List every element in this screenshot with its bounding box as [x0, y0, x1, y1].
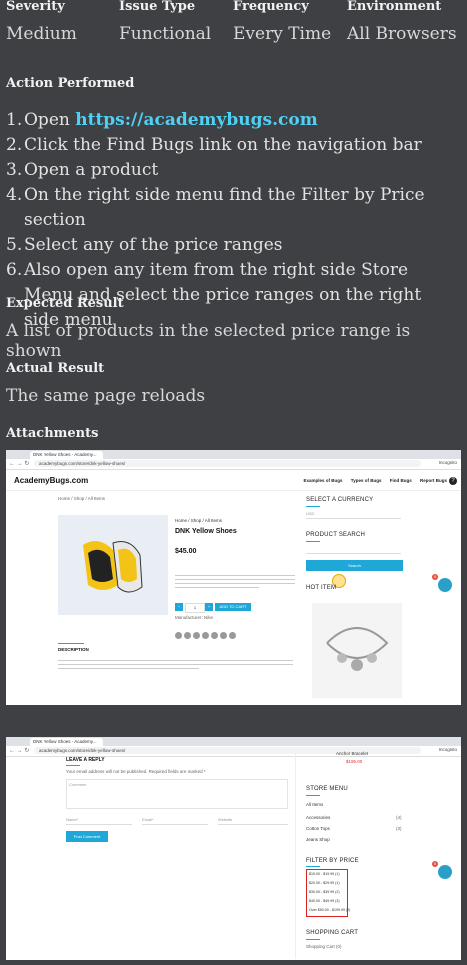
description-heading: DESCRIPTION [58, 647, 89, 652]
qty-minus-button[interactable]: − [175, 603, 183, 611]
post-comment-button[interactable]: Post Comment [66, 831, 108, 842]
step-item: 3. Open a product [6, 160, 159, 180]
actual-result-text: The same page reloads [6, 386, 206, 406]
website-input[interactable]: Website [218, 817, 288, 825]
severity-value: Medium [6, 24, 77, 44]
breadcrumb: Home / Shop / All Items [58, 496, 106, 501]
issue-type-label: Issue Type [119, 0, 196, 14]
share-icons [175, 626, 238, 644]
qty-plus-button[interactable]: + [205, 603, 213, 611]
nav-examples: Examples of Bugs [303, 478, 343, 483]
product-title: DNK Yellow Shoes [175, 528, 237, 535]
field-labels-row: Severity Issue Type Frequency Environmen… [0, 0, 467, 18]
shopping-cart-heading: SHOPPING CART [306, 930, 359, 936]
bracelet-image [312, 603, 402, 698]
browser-urlbar: ← → ↻ academybugs.com/store/dnk-yellow-s… [6, 459, 461, 470]
price-range-option[interactable]: $40.00 - $49.99 (3) [307, 897, 347, 906]
leave-reply-heading: LEAVE A REPLY [66, 757, 105, 763]
frequency-label: Frequency [233, 0, 309, 14]
step-item: 1. Open https://academybugs.com [6, 110, 318, 130]
nav-arrows-icon: ← → ↻ [9, 748, 30, 754]
step-item: 4. On the right side menu find the Filter… [6, 185, 425, 230]
store-item[interactable]: Accessories [306, 815, 330, 820]
incognito-label: Incognito [438, 460, 457, 465]
store-item-count: (4) [396, 815, 402, 820]
nav-arrows-icon: ← → ↻ [9, 461, 30, 467]
environment-label: Environment [347, 0, 442, 14]
issue-type-value: Functional [119, 24, 212, 44]
qty-input[interactable]: 1 [185, 603, 205, 613]
description-text-lines [58, 657, 293, 672]
product-price: $45.00 [175, 548, 197, 555]
browser-tabbar: DNK Yellow Shoes - Academy... [6, 450, 461, 466]
actual-result-heading: Actual Result [6, 361, 105, 376]
academybugs-link[interactable]: https://academybugs.com [75, 110, 317, 130]
severity-label: Severity [6, 0, 65, 14]
url-field: academybugs.com/store/dnk-yellow-shoes/ [34, 460, 421, 467]
browser-tab: DNK Yellow Shoes - Academy... [30, 451, 103, 459]
attachment-screenshot-1[interactable]: DNK Yellow Shoes - Academy... ← → ↻ acad… [6, 450, 461, 705]
attachments-heading: Attachments [6, 426, 99, 441]
shoe-image [58, 515, 168, 615]
environment-value: All Browsers [347, 24, 457, 44]
step-item: 5. Select any of the price ranges [6, 235, 283, 255]
step-item: 2. Click the Find Bugs link on the naviga… [6, 135, 422, 155]
browser-tabbar: DNK Yellow Shoes - Academy... [6, 737, 461, 753]
store-menu-heading: STORE MENU [306, 786, 348, 792]
price-range-option[interactable]: $30.00 - $39.99 (2) [307, 888, 347, 897]
reply-note: Your email address will not be published… [66, 769, 206, 774]
store-item[interactable]: Cotton Tops [306, 826, 330, 831]
product-breadcrumb: Home / Shop / All Items [175, 518, 223, 523]
add-to-cart-button[interactable]: ADD TO CART [215, 603, 251, 611]
comment-textarea[interactable]: Comment [66, 779, 288, 809]
price-range-list: $15.00 - $19.99 (1) $20.00 - $29.99 (1) … [306, 869, 350, 917]
frequency-value: Every Time [233, 24, 332, 44]
search-button[interactable]: Search [306, 560, 403, 571]
store-item-count: (3) [396, 826, 402, 831]
site-logo: AcademyBugs.com [14, 476, 89, 485]
browser-urlbar: ← → ↻ academybugs.com/store/dnk-yellow-s… [6, 746, 461, 757]
product-search-input[interactable] [306, 546, 401, 554]
hot-item-heading: HOT ITEM [306, 585, 337, 591]
expected-result-text: A list of products in the selected price… [6, 321, 411, 361]
product-search-heading: PRODUCT SEARCH [306, 532, 366, 538]
price-range-option[interactable]: $15.00 - $19.99 (1) [307, 870, 347, 879]
nav-types: Types of Bugs [350, 478, 382, 483]
filter-by-price-heading: FILTER BY PRICE [306, 858, 359, 864]
shopping-cart-count: Shopping Cart (0) [306, 944, 342, 949]
attachment-screenshot-2[interactable]: DNK Yellow Shoes - Academy... ← → ↻ acad… [6, 737, 461, 960]
browser-tab: DNK Yellow Shoes - Academy... [30, 738, 103, 746]
bug-count-badge: 5 [432, 574, 438, 580]
action-performed-heading: Action Performed [6, 76, 135, 91]
price-range-option[interactable]: Over $50.00 - $199.99 (2) [307, 906, 350, 915]
store-item[interactable]: All Items [306, 802, 323, 807]
manufacturer-text: Manufacturer: Nike [175, 615, 214, 620]
select-currency-heading: SELECT A CURRENCY [306, 497, 374, 503]
nav-report-bugs: Report Bugs [420, 478, 447, 483]
product-description-lines [175, 572, 295, 598]
name-input[interactable]: Name* [66, 817, 132, 825]
anchor-bracelet-price: $195.00 [346, 759, 363, 764]
incognito-label: Incognito [438, 747, 457, 752]
help-icon: ? [449, 477, 457, 485]
store-item[interactable]: Jeans Shop [306, 837, 330, 842]
bug-helper-icon[interactable] [438, 578, 452, 592]
bug-helper-icon[interactable] [438, 865, 452, 879]
anchor-bracelet-title: Anchor Bracelet [336, 751, 369, 756]
site-navbar: AcademyBugs.com Examples of Bugs Types o… [6, 474, 461, 491]
bug-count-badge: 5 [432, 861, 438, 867]
email-input[interactable]: Email* [142, 817, 208, 825]
expected-result-heading: Expected Result [6, 296, 124, 311]
nav-find-bugs: Find Bugs [389, 478, 412, 483]
price-range-option[interactable]: $20.00 - $29.99 (1) [307, 879, 347, 888]
currency-select[interactable]: USD [306, 511, 401, 519]
